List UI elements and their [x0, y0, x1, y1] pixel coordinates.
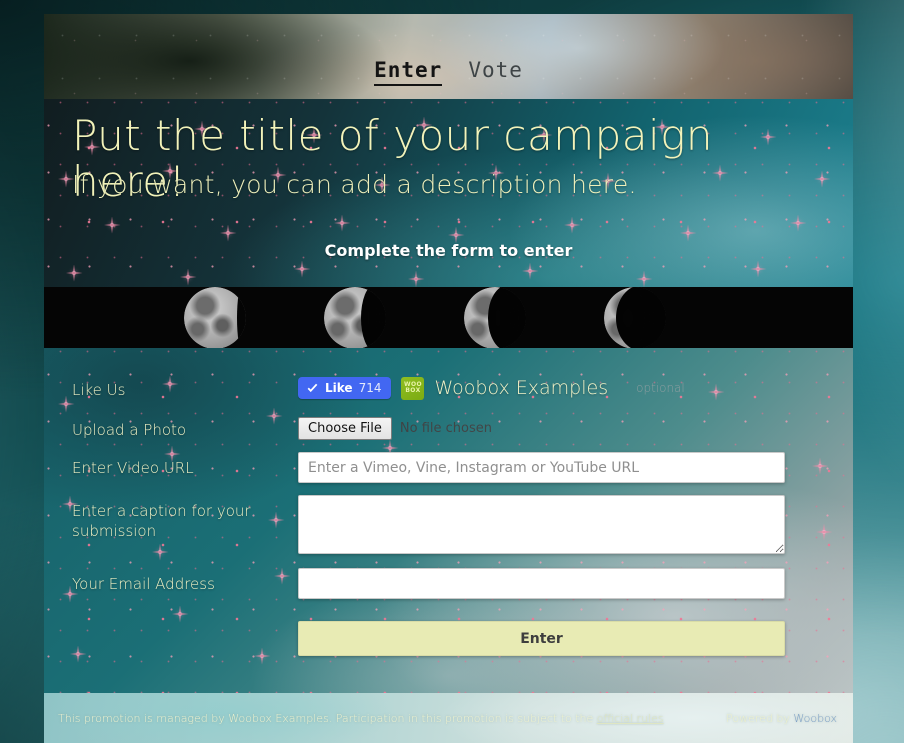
sparkle-star-icon [104, 217, 120, 233]
form-row-upload-photo: Upload a Photo Choose File No file chose… [72, 414, 829, 442]
form-row-submit: Enter [72, 621, 829, 656]
sparkle-star-icon [334, 215, 350, 231]
field-label-upload-photo: Upload a Photo [72, 421, 187, 439]
email-field[interactable] [298, 568, 785, 599]
field-label-email: Your Email Address [72, 575, 215, 593]
tab-enter[interactable]: Enter [374, 58, 443, 86]
check-icon [307, 383, 318, 392]
sparkle-star-icon [636, 271, 652, 287]
entry-form-section: Like Us Like 714 WOO BOX Woobox Examples… [44, 348, 853, 693]
form-row-email: Your Email Address [72, 568, 829, 599]
woobox-logo-icon: WOO BOX [401, 376, 425, 400]
sparkle-star-icon [790, 215, 806, 231]
file-upload-status: No file chosen [399, 420, 492, 436]
sparkle-star-icon [564, 217, 580, 233]
sparkle-star-icon [294, 261, 310, 277]
enter-submit-button[interactable]: Enter [298, 621, 785, 656]
form-fields-grid: Like Us Like 714 WOO BOX Woobox Examples… [44, 348, 853, 668]
optional-badge: optional [636, 381, 685, 395]
sparkle-star-icon [522, 263, 538, 279]
legal-text: This promotion is managed by Woobox Exam… [58, 712, 664, 725]
moon-phase-banner-image [44, 287, 853, 348]
woobox-logo-line-2: BOX [405, 387, 421, 394]
powered-by-text: Powered by Woobox [726, 712, 837, 725]
hero-section: Put the title of your campaign here! If … [44, 99, 853, 287]
form-row-caption: Enter a caption for your submission [72, 495, 829, 554]
sparkle-star-icon [220, 225, 236, 241]
sparkle-star-icon [66, 265, 82, 281]
waning-gibbous-moon-icon [324, 287, 386, 348]
powered-by-prefix: Powered by [726, 711, 794, 725]
sparkle-star-icon [408, 271, 424, 287]
field-label-caption: Enter a caption for your submission [72, 502, 251, 541]
form-instruction-text: Complete the form to enter [324, 241, 573, 260]
video-url-input[interactable] [298, 452, 785, 483]
field-label-video-url: Enter Video URL [72, 459, 194, 477]
campaign-panel: Enter Vote Put the title of your campaig… [44, 14, 853, 693]
official-rules-link[interactable]: official rules [597, 712, 664, 725]
waning-crescent-moon-icon [604, 287, 666, 348]
submit-row-spacer [72, 621, 298, 627]
choose-file-button[interactable]: Choose File [298, 416, 392, 440]
nav-header-banner: Enter Vote [44, 14, 853, 99]
like-button-label: Like [325, 381, 353, 395]
facebook-like-button[interactable]: Like 714 [298, 377, 392, 399]
full-moon-icon [184, 287, 246, 348]
field-label-like-us: Like Us [72, 381, 126, 399]
nav-tabs: Enter Vote [44, 58, 853, 86]
caption-textarea[interactable] [298, 495, 785, 554]
legal-text-prefix: This promotion is managed by Woobox Exam… [58, 711, 597, 725]
form-row-video-url: Enter Video URL [72, 452, 829, 483]
footer-bar: This promotion is managed by Woobox Exam… [44, 693, 853, 743]
like-count: 714 [358, 381, 382, 395]
page-description: If you want, you can add a description h… [72, 170, 637, 199]
star-noise-overlay [44, 14, 853, 99]
sparkle-star-icon [180, 269, 196, 285]
facebook-page-name-link[interactable]: Woobox Examples [434, 377, 608, 399]
waning-quarter-moon-icon [464, 287, 526, 348]
form-row-like-us: Like Us Like 714 WOO BOX Woobox Examples… [72, 374, 829, 402]
tab-vote[interactable]: Vote [468, 58, 523, 82]
woobox-link[interactable]: Woobox [793, 712, 837, 725]
sparkle-star-icon [680, 225, 696, 241]
sparkle-star-icon [750, 261, 766, 277]
